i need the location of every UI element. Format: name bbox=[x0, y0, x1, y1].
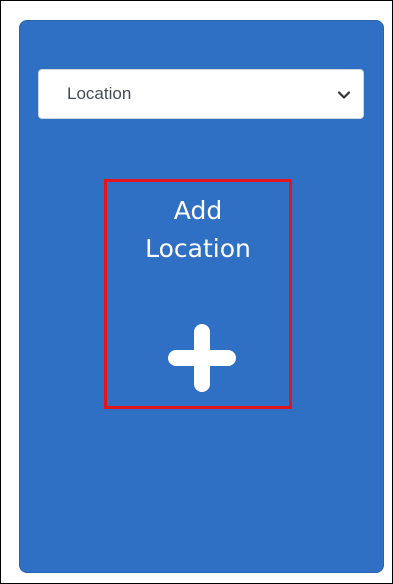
plus-icon bbox=[164, 320, 240, 396]
add-location-button[interactable]: Add Location bbox=[104, 179, 292, 409]
chevron-down-icon bbox=[337, 87, 351, 101]
add-location-line1: Add bbox=[173, 196, 223, 225]
screenshot-frame: Location Add Location bbox=[0, 0, 393, 584]
location-select-value: Location bbox=[67, 84, 132, 103]
add-location-label: Add Location bbox=[107, 192, 289, 268]
location-select[interactable]: Location bbox=[38, 69, 364, 119]
location-card: Location Add Location bbox=[19, 20, 384, 573]
add-location-line2: Location bbox=[145, 234, 251, 263]
